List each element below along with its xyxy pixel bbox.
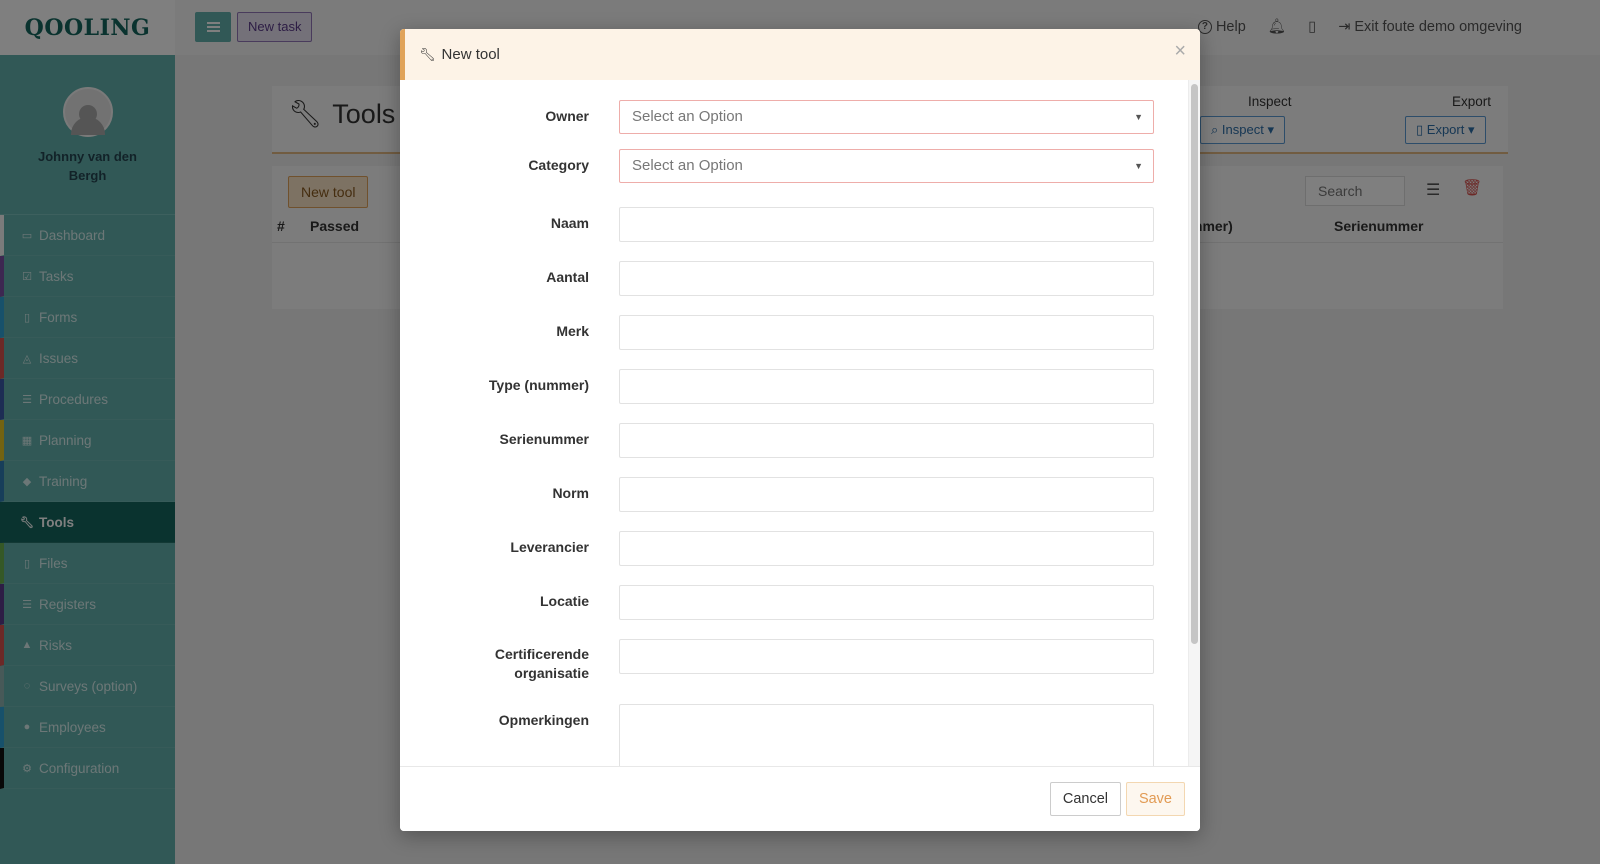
category-select-value: Select an Option [632,157,743,174]
certificerende-organisatie-label: Certificerende organisatie [400,645,589,683]
owner-select-value: Select an Option [632,108,743,125]
serienummer-field[interactable] [619,423,1154,458]
cancel-button[interactable]: Cancel [1049,782,1121,816]
merk-field[interactable] [619,315,1154,350]
opmerkingen-label: Opmerkingen [498,712,589,728]
aantal-field[interactable] [619,261,1154,296]
modal-header: 🔧︎ New tool [400,29,1200,80]
wrench-icon: 🔧︎ [419,46,436,62]
naam-field[interactable] [619,207,1154,242]
cert-label-line2: organisatie [514,665,589,681]
save-button[interactable]: Save [1125,782,1185,816]
new-tool-modal: 🔧︎ New tool × Owner Select an Option ▼ C… [400,29,1200,831]
modal-title: New tool [441,46,500,63]
locatie-label: Locatie [539,593,589,609]
type-label: Type (nummer) [488,377,589,393]
aantal-label: Aantal [546,269,589,285]
leverancier-field[interactable] [619,531,1154,566]
norm-label: Norm [552,485,589,501]
cert-label-line1: Certificerende [494,646,589,662]
merk-label: Merk [556,323,589,339]
locatie-field[interactable] [619,585,1154,620]
norm-field[interactable] [619,477,1154,512]
naam-label: Naam [550,215,589,231]
caret-down-icon: ▼ [1134,161,1143,171]
serienummer-label: Serienummer [499,431,589,447]
modal-body: Owner Select an Option ▼ Category Select… [400,80,1188,766]
scrollbar-thumb[interactable] [1191,84,1198,644]
leverancier-label: Leverancier [510,539,589,555]
close-icon[interactable]: × [1174,41,1186,61]
category-select[interactable]: Select an Option ▼ [619,149,1154,183]
caret-down-icon: ▼ [1134,112,1143,122]
modal-scrollbar[interactable] [1188,80,1200,766]
opmerkingen-textarea[interactable] [619,704,1154,766]
owner-select[interactable]: Select an Option ▼ [619,100,1154,134]
modal-footer: Cancel Save [400,766,1200,831]
certificerende-organisatie-field[interactable] [619,639,1154,674]
category-label: Category [528,157,589,173]
type-field[interactable] [619,369,1154,404]
owner-label: Owner [545,108,589,124]
